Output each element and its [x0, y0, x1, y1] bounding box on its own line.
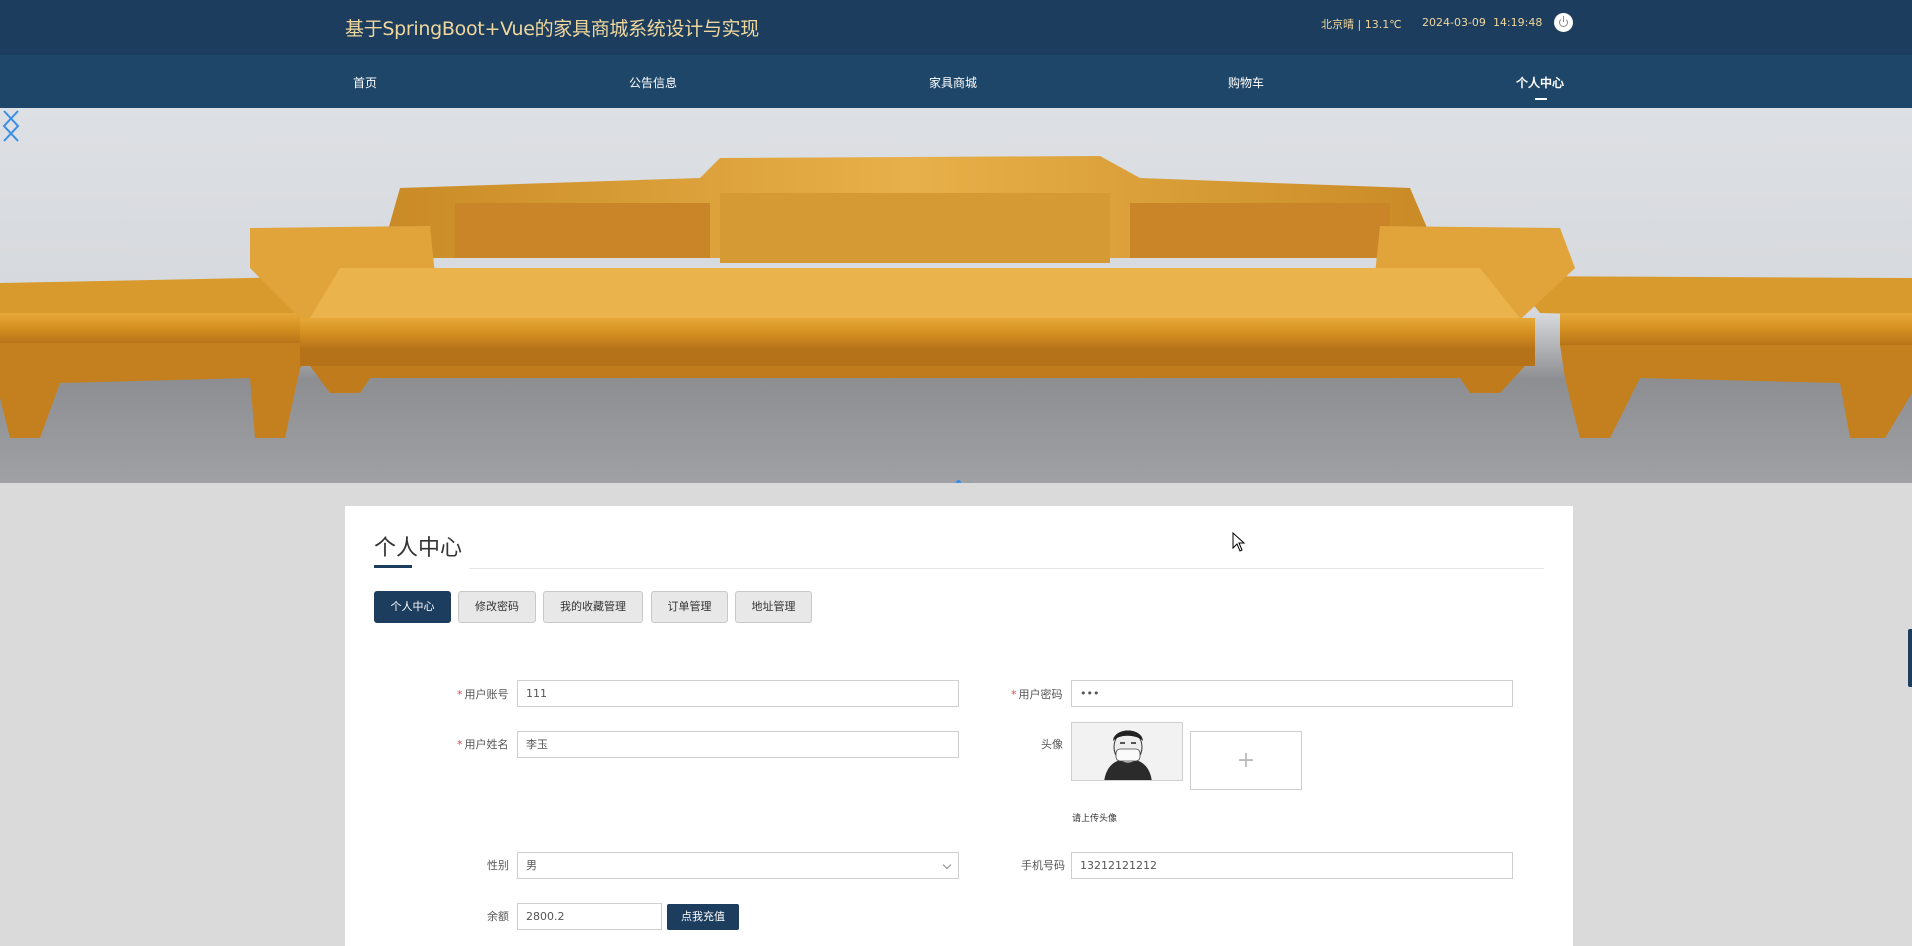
tab-personal-center[interactable]: 个人中心: [374, 591, 451, 623]
time-text: 14:19:48: [1492, 16, 1543, 29]
account-field[interactable]: 111: [517, 680, 959, 707]
carousel-dot-2[interactable]: [966, 480, 971, 483]
avatar-upload-hint: 请上传头像: [1072, 814, 1118, 824]
mouse-cursor-icon: [1232, 532, 1246, 552]
carousel-dot-1[interactable]: [956, 480, 961, 483]
page-title: 个人中心: [374, 536, 463, 561]
avatar[interactable]: [1071, 722, 1183, 781]
phone-label: 手机号码: [1021, 859, 1065, 872]
avatar-upload-button[interactable]: +: [1190, 731, 1302, 790]
balance-label: 余额: [487, 910, 509, 923]
nav-item-furniture-mall[interactable]: 家具商城: [929, 74, 977, 91]
title-divider: [469, 568, 1544, 569]
gender-select[interactable]: 男: [517, 852, 959, 879]
nav-item-announcements[interactable]: 公告信息: [629, 74, 677, 91]
chevron-down-icon: [942, 860, 952, 870]
site-title: 基于SpringBoot+Vue的家具商城系统设计与实现: [345, 18, 760, 40]
nav-item-personal-center[interactable]: 个人中心: [1516, 74, 1564, 91]
main-nav: 首页 公告信息 家具商城 购物车 个人中心: [0, 55, 1912, 108]
carousel-dots: [956, 470, 976, 483]
weather-info: 北京晴 | 13.1℃: [1321, 18, 1402, 31]
title-accent-line: [374, 565, 412, 568]
balance-field[interactable]: 2800.2: [517, 903, 662, 930]
recharge-button[interactable]: 点我充值: [667, 904, 739, 930]
personal-center-card: 个人中心 个人中心 修改密码 我的收藏管理 订单管理 地址管理 * 用户账号 11…: [345, 506, 1573, 946]
nav-item-home[interactable]: 首页: [353, 74, 377, 91]
tab-addresses[interactable]: 地址管理: [735, 591, 812, 623]
gender-label: 性别: [487, 859, 509, 872]
avatar-label: 头像: [1041, 738, 1063, 751]
name-field[interactable]: 李玉: [517, 731, 959, 758]
tab-orders[interactable]: 订单管理: [651, 591, 728, 623]
power-icon[interactable]: [1554, 13, 1573, 32]
chevron-right-icon[interactable]: [0, 108, 22, 144]
banner-carousel: [0, 108, 1912, 483]
tab-favorites[interactable]: 我的收藏管理: [543, 591, 643, 623]
avatar-image: [1072, 723, 1182, 780]
account-label: * 用户账号: [457, 688, 509, 701]
password-field[interactable]: •••: [1071, 680, 1513, 707]
password-label: * 用户密码: [1011, 688, 1063, 701]
gender-value: 男: [526, 859, 537, 872]
date-text: 2024-03-09: [1422, 16, 1486, 29]
plus-icon: +: [1236, 748, 1256, 773]
name-label: * 用户姓名: [457, 738, 509, 751]
phone-field[interactable]: 13212121212: [1071, 852, 1513, 879]
side-scroll-tab[interactable]: [1908, 629, 1912, 687]
nav-active-underline: [1535, 98, 1547, 100]
tab-change-password[interactable]: 修改密码: [458, 591, 536, 623]
nav-item-cart[interactable]: 购物车: [1228, 74, 1264, 91]
top-header: 基于SpringBoot+Vue的家具商城系统设计与实现 北京晴 | 13.1℃…: [0, 0, 1912, 55]
datetime-info: 2024-03-09 14:19:48: [1422, 16, 1542, 29]
furniture-image: [0, 156, 1912, 438]
